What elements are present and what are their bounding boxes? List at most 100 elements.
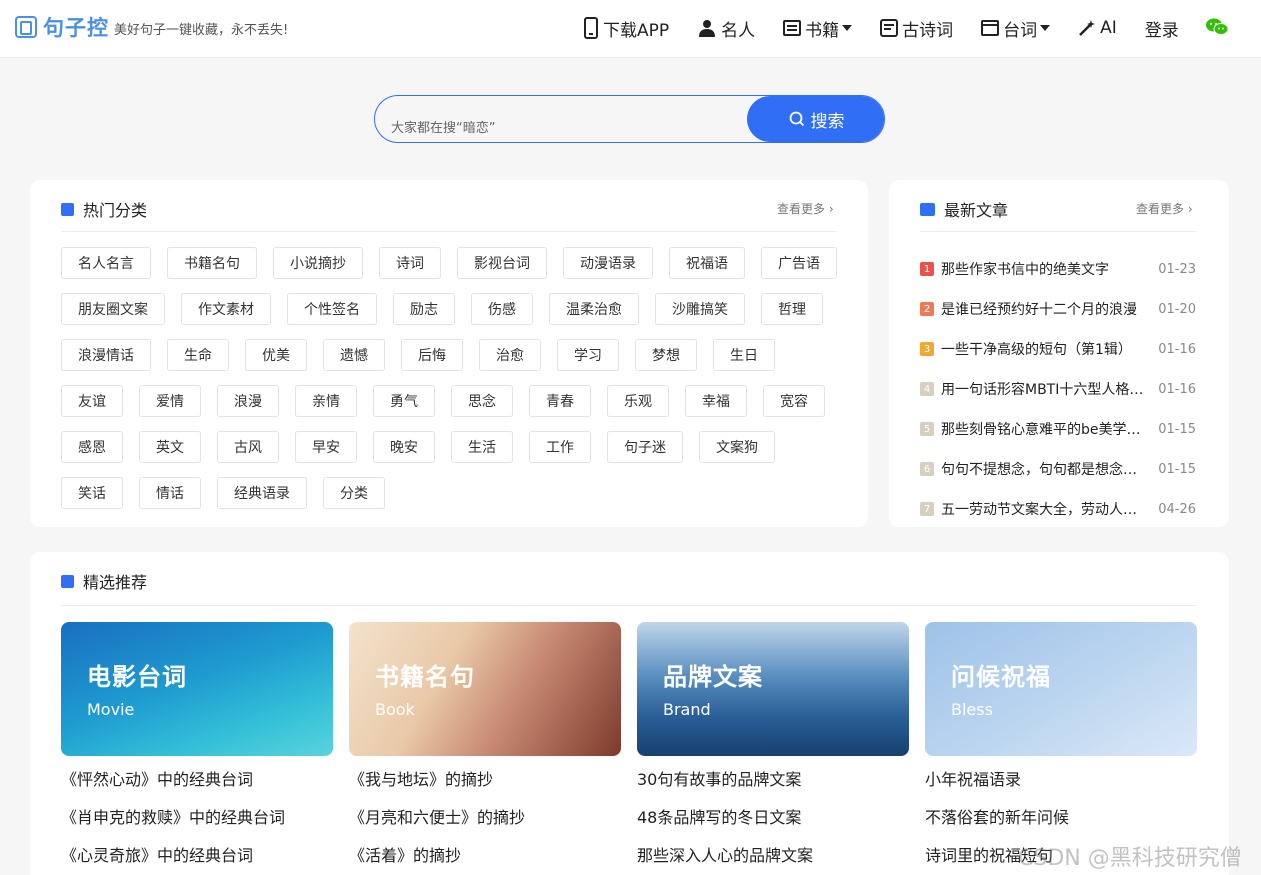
category-tag[interactable]: 生活 — [451, 431, 513, 463]
category-tag[interactable]: 浪漫 — [217, 385, 279, 417]
category-tag[interactable]: 后悔 — [401, 339, 463, 371]
card-header: 精选推荐 — [61, 569, 147, 593]
banner-title: 电影台词 — [87, 663, 187, 691]
featured-link[interactable]: 《肖申克的救赎》中的经典台词 — [61, 808, 333, 846]
article-item[interactable]: 4 用一句话形容MBTI十六型人格性格 01-16 — [920, 369, 1196, 409]
category-tag[interactable]: 遗憾 — [323, 339, 385, 371]
featured-banner[interactable]: 品牌文案 Brand — [637, 622, 909, 756]
article-date: 04-26 — [1158, 501, 1196, 517]
category-tag[interactable]: 友谊 — [61, 385, 123, 417]
logo-icon[interactable] — [14, 15, 38, 39]
category-tag[interactable]: 文案狗 — [699, 431, 775, 463]
tag-row: 友谊 爱情 浪漫 亲情 勇气 思念 青春 乐观 幸福 宽容 — [61, 385, 851, 417]
category-tag[interactable]: 生日 — [713, 339, 775, 371]
article-item[interactable]: 3 一些干净高级的短句（第1辑） 01-16 — [920, 329, 1196, 369]
banner-title: 书籍名句 — [375, 663, 475, 691]
category-tag[interactable]: 思念 — [451, 385, 513, 417]
featured-link[interactable]: 《我与地坛》的摘抄 — [349, 770, 621, 808]
category-tag[interactable]: 励志 — [393, 293, 455, 325]
featured-banner[interactable]: 电影台词 Movie — [61, 622, 333, 756]
category-tag[interactable]: 幸福 — [685, 385, 747, 417]
see-more-link[interactable]: 查看更多 › — [1136, 200, 1193, 217]
category-tag[interactable]: 伤感 — [471, 293, 533, 325]
phone-icon — [584, 17, 598, 39]
card-title: 最新文章 — [944, 201, 1009, 220]
tag-row: 朋友圈文案 作文素材 个性签名 励志 伤感 温柔治愈 沙雕搞笑 哲理 — [61, 293, 851, 325]
category-tag[interactable]: 爱情 — [139, 385, 201, 417]
wechat-icon[interactable] — [1205, 16, 1229, 38]
category-tag[interactable]: 早安 — [295, 431, 357, 463]
category-tag[interactable]: 治愈 — [479, 339, 541, 371]
nav-books[interactable]: 书籍 — [783, 16, 853, 41]
featured-column: 问候祝福 Bless 小年祝福语录 不落俗套的新年问候 诗词里的祝福短句 — [925, 622, 1197, 875]
category-tag[interactable]: 乐观 — [607, 385, 669, 417]
category-tag[interactable]: 哲理 — [761, 293, 823, 325]
nav-lines[interactable]: 台词 — [981, 16, 1051, 41]
category-tag[interactable]: 古风 — [217, 431, 279, 463]
banner-title: 问候祝福 — [951, 663, 1051, 691]
category-tag[interactable]: 宽容 — [763, 385, 825, 417]
category-tag[interactable]: 经典语录 — [217, 477, 307, 509]
category-tag[interactable]: 工作 — [529, 431, 591, 463]
category-tag[interactable]: 小说摘抄 — [273, 247, 363, 279]
article-item[interactable]: 5 那些刻骨铭心意难平的be美学句子 01-15 — [920, 409, 1196, 449]
logo-text[interactable]: 句子控 — [43, 12, 109, 42]
category-tag[interactable]: 感恩 — [61, 431, 123, 463]
featured-banner[interactable]: 书籍名句 Book — [349, 622, 621, 756]
category-tag[interactable]: 亲情 — [295, 385, 357, 417]
nav-download-app[interactable]: 下载APP — [583, 16, 669, 41]
category-tag[interactable]: 生命 — [167, 339, 229, 371]
featured-link[interactable]: 48条品牌写的冬日文案 — [637, 808, 909, 846]
category-tag[interactable]: 笑话 — [61, 477, 123, 509]
category-tag[interactable]: 梦想 — [635, 339, 697, 371]
book-icon — [783, 20, 802, 36]
featured-link[interactable]: 30句有故事的品牌文案 — [637, 770, 909, 808]
article-item[interactable]: 6 句句不提想念，句句都是想念一些 01-15 — [920, 449, 1196, 489]
category-tag[interactable]: 动漫语录 — [563, 247, 653, 279]
category-tag[interactable]: 句子迷 — [607, 431, 683, 463]
nav-ai[interactable]: AI — [1078, 18, 1117, 38]
category-tag[interactable]: 青春 — [529, 385, 591, 417]
featured-link[interactable]: 《月亮和六便士》的摘抄 — [349, 808, 621, 846]
article-item[interactable]: 2 是谁已经预约好十二个月的浪漫 01-20 — [920, 289, 1196, 329]
featured-link[interactable]: 《活着》的摘抄 — [349, 846, 621, 875]
category-tag[interactable]: 名人名言 — [61, 247, 151, 279]
article-date: 01-16 — [1158, 381, 1196, 397]
category-tag[interactable]: 作文素材 — [181, 293, 271, 325]
nav-poetry[interactable]: 古诗词 — [880, 16, 953, 41]
category-tag[interactable]: 祝福语 — [669, 247, 745, 279]
category-tag[interactable]: 情话 — [139, 477, 201, 509]
featured-link[interactable]: 《心灵奇旅》中的经典台词 — [61, 846, 333, 875]
category-tag[interactable]: 朋友圈文案 — [61, 293, 165, 325]
category-tag[interactable]: 个性签名 — [287, 293, 377, 325]
article-item[interactable]: 7 五一劳动节文案大全，劳动人民最光荣 04-26 — [920, 489, 1196, 529]
article-date: 01-23 — [1158, 261, 1196, 277]
category-tag[interactable]: 温柔治愈 — [549, 293, 639, 325]
nav-celebrities[interactable]: 名人 — [697, 16, 755, 41]
article-item[interactable]: 1 那些作家书信中的绝美文字 01-23 — [920, 249, 1196, 289]
card-title: 热门分类 — [83, 201, 148, 220]
featured-link[interactable]: 《怦然心动》中的经典台词 — [61, 770, 333, 808]
featured-link[interactable]: 小年祝福语录 — [925, 770, 1197, 808]
category-tag[interactable]: 广告语 — [761, 247, 837, 279]
featured-banner[interactable]: 问候祝福 Bless — [925, 622, 1197, 756]
featured-link-list: 30句有故事的品牌文案 48条品牌写的冬日文案 那些深入人心的品牌文案 — [637, 770, 909, 875]
category-tag[interactable]: 晚安 — [373, 431, 435, 463]
card-header: 热门分类 — [61, 197, 147, 221]
category-tag[interactable]: 勇气 — [373, 385, 435, 417]
category-tag[interactable]: 英文 — [139, 431, 201, 463]
search-input[interactable] — [375, 96, 747, 142]
search-button[interactable]: 搜索 — [747, 96, 884, 142]
category-tag[interactable]: 影视台词 — [457, 247, 547, 279]
category-tag[interactable]: 浪漫情话 — [61, 339, 151, 371]
category-tag[interactable]: 沙雕搞笑 — [655, 293, 745, 325]
see-more-link[interactable]: 查看更多 › — [777, 200, 834, 217]
category-tag[interactable]: 学习 — [557, 339, 619, 371]
featured-link[interactable]: 那些深入人心的品牌文案 — [637, 846, 909, 875]
category-tag[interactable]: 诗词 — [379, 247, 441, 279]
category-tag[interactable]: 书籍名句 — [167, 247, 257, 279]
latest-articles-card: 最新文章 查看更多 › 1 那些作家书信中的绝美文字 01-23 2 是谁已经预约好十二… — [889, 180, 1229, 527]
category-tag[interactable]: 优美 — [245, 339, 307, 371]
category-tag[interactable]: 分类 — [323, 477, 385, 509]
nav-login[interactable]: 登录 — [1145, 16, 1179, 41]
